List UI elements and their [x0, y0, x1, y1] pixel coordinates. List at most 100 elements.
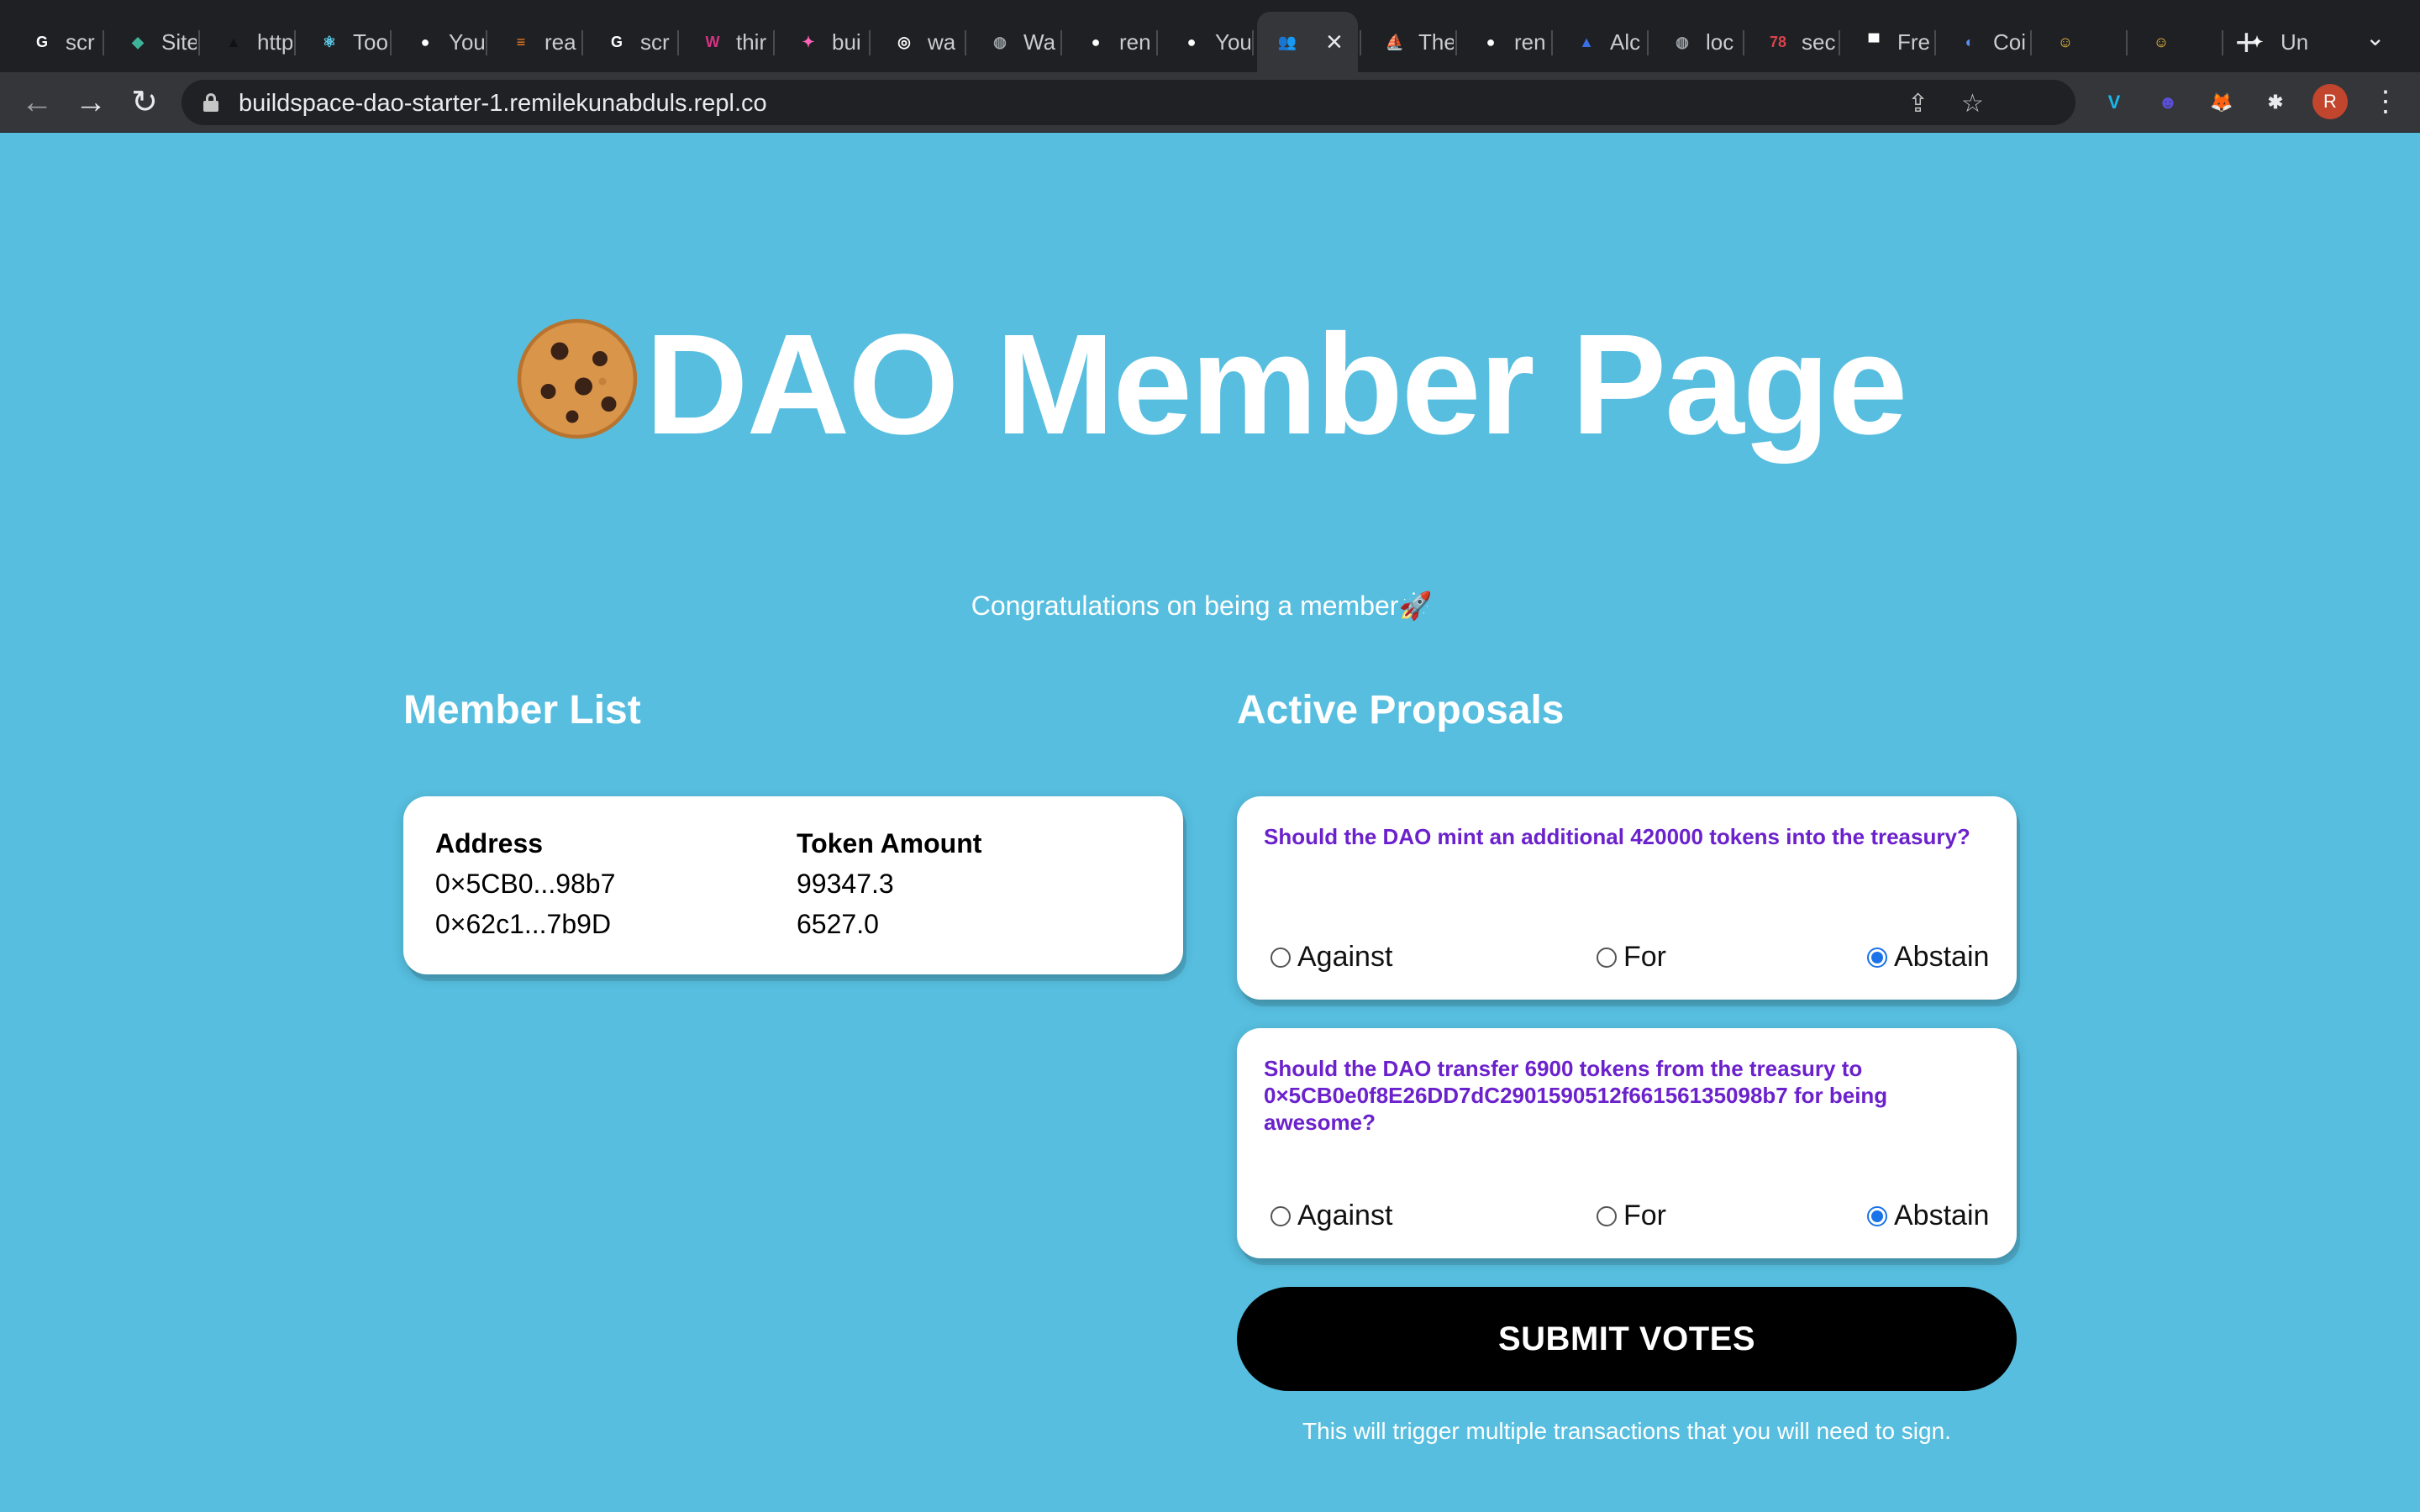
browser-tab-label: bui — [832, 29, 861, 55]
token-amount-column-header: Token Amount — [797, 828, 982, 858]
browser-tab[interactable]: ≡ rea — [491, 12, 580, 72]
browser-tab[interactable]: ▀ Fre — [1844, 12, 1933, 72]
google-icon: G — [610, 33, 623, 50]
github-icon: ● — [1486, 33, 1496, 50]
alchemy-icon: ▲ — [1579, 33, 1594, 50]
tab-separator — [1743, 30, 1744, 55]
page-title-text: DAO Member Page — [644, 305, 1907, 465]
abstain-label[interactable]: Abstain — [1894, 1200, 1989, 1232]
browser-tab-label: ren — [1119, 29, 1151, 55]
vimeo-icon[interactable]: V — [2099, 87, 2129, 118]
browser-tab-label: ren — [1514, 29, 1546, 55]
browser-tab[interactable]: ● You — [1161, 12, 1250, 72]
browser-tab[interactable]: ⛵ The — [1365, 12, 1454, 72]
browser-tab[interactable]: ● You — [395, 12, 484, 72]
reload-button[interactable]: ↻ — [126, 84, 163, 121]
abstain-label[interactable]: Abstain — [1894, 941, 1989, 974]
tab-separator — [2030, 30, 2032, 55]
vote-abstain-option[interactable]: Abstain — [1867, 1200, 1989, 1232]
submit-votes-button[interactable]: SUBMIT VOTES — [1237, 1287, 2017, 1391]
proposal-question: Should the DAO transfer 6900 tokens from… — [1264, 1056, 1888, 1135]
browser-tab-label: thir — [736, 29, 767, 55]
browser-tab[interactable]: ◍ loc — [1652, 12, 1741, 72]
browser-tab[interactable]: Gscr — [12, 12, 101, 72]
browser-tab-label: Coi — [1993, 29, 2027, 55]
tab-search-chevron-icon[interactable]: ⌄ — [2365, 24, 2385, 51]
for-radio[interactable] — [1597, 1205, 1617, 1226]
lock-icon[interactable] — [203, 93, 218, 112]
browser-tab[interactable]: ✦ bui — [778, 12, 867, 72]
tab-separator — [1060, 30, 1062, 55]
bookmark-star-icon[interactable]: ☆ — [1961, 89, 1984, 118]
member-address: 0×5CB0...98b7 — [435, 869, 616, 899]
browser-menu-icon[interactable]: ⋮ — [2371, 84, 2400, 119]
for-label[interactable]: For — [1623, 941, 1666, 974]
github-icon: ● — [1186, 33, 1197, 50]
against-radio[interactable] — [1270, 947, 1291, 968]
browser-tab[interactable]: 78 sec — [1748, 12, 1837, 72]
new-tab-button[interactable]: + — [2235, 18, 2258, 66]
for-radio[interactable] — [1597, 947, 1617, 968]
browser-tab-label: rea — [544, 29, 576, 55]
browser-tab[interactable]: ☺ — [2131, 12, 2220, 72]
box-icon: ▀ — [1868, 33, 1880, 50]
browser-tab[interactable]: ● ren — [1460, 12, 1549, 72]
member-list-heading: Member List — [403, 688, 641, 732]
against-radio[interactable] — [1270, 1205, 1291, 1226]
browser-tab[interactable]: ⚛ Too — [299, 12, 388, 72]
browser-tab[interactable]: ● ren — [1065, 12, 1155, 72]
browser-tab-label: You — [1215, 29, 1250, 55]
tab-separator — [1156, 30, 1158, 55]
vote-for-option[interactable]: For — [1597, 1200, 1666, 1232]
browser-tab[interactable]: ◆ Site — [108, 12, 197, 72]
browser-tab[interactable]: ▲ http — [203, 12, 292, 72]
back-button[interactable]: ← — [18, 84, 55, 121]
ghost-icon[interactable]: ☻ — [2153, 87, 2183, 118]
browser-tab[interactable]: Wthir — [682, 12, 771, 72]
browser-tab-label: Fre — [1897, 29, 1930, 55]
abstain-radio[interactable] — [1867, 947, 1887, 968]
browser-tab-label: You — [449, 29, 484, 55]
url-text[interactable]: buildspace-dao-starter-1.remilekunabduls… — [239, 90, 767, 118]
browser-tab-label: sec — [1802, 29, 1836, 55]
metamask-icon[interactable]: 🦊 — [2207, 87, 2237, 118]
page-title: DAO Member Page — [0, 302, 2420, 467]
browser-tab-label: http — [257, 29, 292, 55]
tab-separator — [2126, 30, 2128, 55]
badge-78-icon: 78 — [1769, 33, 1787, 50]
browser-tab[interactable]: 👥 × — [1257, 12, 1358, 72]
share-icon[interactable]: ⇪ — [1907, 89, 1928, 118]
browser-tab[interactable]: Gscr — [587, 12, 676, 72]
member-address: 0×62c1...7b9D — [435, 909, 612, 939]
vote-for-option[interactable]: For — [1597, 941, 1666, 974]
browser-tab[interactable]: ◍ Wa — [970, 12, 1059, 72]
vote-against-option[interactable]: Against — [1270, 1200, 1392, 1232]
browser-tab-label: Un — [2281, 29, 2309, 55]
for-label[interactable]: For — [1623, 1200, 1666, 1232]
against-label[interactable]: Against — [1297, 1200, 1392, 1232]
browser-tab[interactable]: ▲ Alc — [1556, 12, 1645, 72]
proposal-question: Should the DAO mint an additional 420000… — [1264, 824, 1970, 849]
forward-button[interactable]: → — [72, 84, 109, 121]
puzzle-icon[interactable]: ✱ — [2260, 87, 2291, 118]
vote-abstain-option[interactable]: Abstain — [1867, 941, 1989, 974]
tab-separator — [1252, 30, 1254, 55]
tab-separator — [1455, 30, 1457, 55]
tab-separator — [1934, 30, 1936, 55]
browser-tab[interactable]: ◎ wa — [874, 12, 963, 72]
tab-separator — [198, 30, 200, 55]
vote-against-option[interactable]: Against — [1270, 941, 1392, 974]
browser-tab[interactable]: ◐ Coi — [1939, 12, 2028, 72]
abstain-radio[interactable] — [1867, 1205, 1887, 1226]
submit-hint-text: This will trigger multiple transactions … — [1302, 1418, 1951, 1444]
profile-avatar[interactable]: R — [2312, 84, 2348, 119]
close-tab-icon[interactable]: × — [1326, 26, 1343, 59]
tab-separator — [1839, 30, 1840, 55]
address-bar[interactable]: buildspace-dao-starter-1.remilekunabduls… — [182, 80, 2075, 125]
against-label[interactable]: Against — [1297, 941, 1392, 974]
browser-tab-label: Wa — [1023, 29, 1056, 55]
browser-tab[interactable]: ☺ — [2035, 12, 2124, 72]
globe-icon: ◍ — [1676, 33, 1689, 50]
smiley-icon: ☺ — [2057, 33, 2074, 50]
browser-tab-label: wa — [928, 29, 956, 55]
